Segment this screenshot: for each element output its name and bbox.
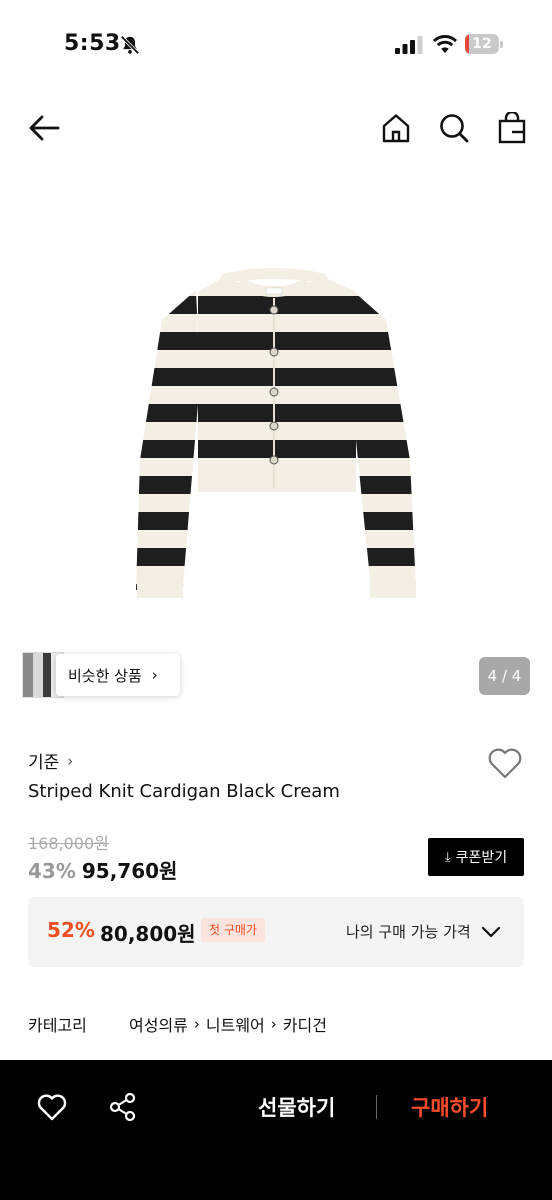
- home-button[interactable]: [376, 108, 416, 148]
- category-level-2[interactable]: 니트웨어: [206, 1012, 265, 1036]
- coupon-button-label: 쿠폰받기: [455, 850, 508, 866]
- price-row: 43% 95,760원: [28, 855, 177, 884]
- product-image-gallery[interactable]: 비슷한 상품 › 4 / 4: [0, 170, 552, 710]
- coupon-download-button[interactable]: ⤓ 쿠폰받기: [428, 838, 524, 876]
- wifi-icon: [432, 35, 458, 53]
- battery-cap: [500, 41, 503, 48]
- chevron-right-icon: ›: [151, 666, 158, 684]
- brand-name: 기준: [28, 753, 60, 773]
- cellular-signal-icon: [395, 36, 423, 54]
- bottom-action-bar: 선물하기 구매하기: [0, 1060, 552, 1200]
- member-price-panel[interactable]: 52% 80,800원 첫 구매가 나의 구매 가능 가격: [28, 897, 524, 967]
- search-button[interactable]: [434, 108, 474, 148]
- download-icon: ⤓: [444, 849, 451, 865]
- original-price: 168,000원: [28, 834, 109, 853]
- wishlist-button[interactable]: [486, 744, 524, 782]
- heart-icon[interactable]: [36, 1092, 68, 1122]
- chevron-right-icon: ›: [270, 1015, 277, 1033]
- back-button[interactable]: [24, 108, 64, 148]
- product-name: Striped Knit Cardigan Black Cream: [28, 781, 340, 802]
- similar-products-label: 비슷한 상품: [68, 666, 142, 685]
- category-level-3[interactable]: 카디건: [283, 1012, 327, 1036]
- cardigan-product-photo: [136, 268, 416, 598]
- member-discount-rate: 52%: [47, 918, 95, 942]
- battery-level: 12: [472, 36, 492, 52]
- my-price-label: 나의 구매 가능 가격: [346, 923, 471, 941]
- status-time: 5:53: [64, 31, 121, 56]
- sale-price: 95,760원: [81, 859, 178, 883]
- chevron-right-icon: ›: [67, 751, 74, 770]
- brand-link[interactable]: 기준 ›: [28, 748, 74, 774]
- first-purchase-badge: 첫 구매가: [201, 918, 265, 942]
- shopping-bag-button[interactable]: [492, 108, 532, 148]
- category-row: 카테고리 여성의류 › 니트웨어 › 카디건: [28, 1012, 327, 1036]
- top-navigation: [0, 100, 552, 156]
- bell-slash-icon: [120, 35, 140, 55]
- arrow-left-icon: [29, 115, 60, 141]
- chevron-down-icon[interactable]: [480, 921, 502, 943]
- search-icon: [440, 114, 469, 143]
- buy-button[interactable]: 구매하기: [411, 1092, 488, 1122]
- gift-button[interactable]: 선물하기: [258, 1092, 335, 1122]
- battery-body: 12: [465, 34, 499, 54]
- discount-rate: 43%: [28, 859, 76, 883]
- home-icon: [382, 114, 410, 143]
- category-level-1[interactable]: 여성의류: [129, 1012, 188, 1036]
- divider: [376, 1095, 377, 1119]
- image-page-counter: 4 / 4: [479, 657, 530, 695]
- status-bar: 5:53 12: [0, 0, 552, 90]
- category-breadcrumb: 여성의류 › 니트웨어 › 카디건: [129, 1012, 327, 1036]
- heart-icon: [488, 748, 522, 779]
- chevron-right-icon: ›: [193, 1015, 200, 1033]
- shopping-bag-icon: [498, 112, 526, 144]
- battery-indicator: 12: [465, 34, 503, 54]
- member-price: 80,800원: [100, 922, 196, 946]
- category-label: 카테고리: [28, 1016, 87, 1035]
- similar-products-label-box: 비슷한 상품 ›: [56, 654, 180, 696]
- share-icon[interactable]: [108, 1092, 138, 1122]
